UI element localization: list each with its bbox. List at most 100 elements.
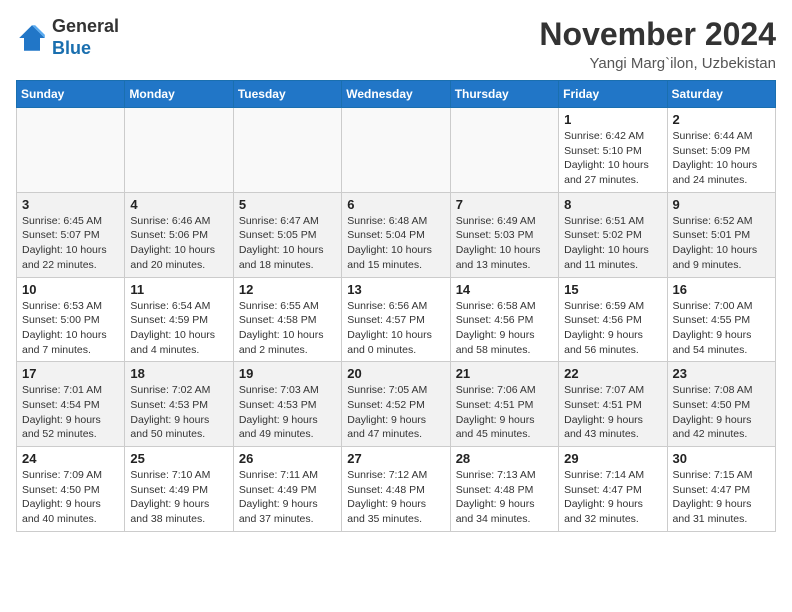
day-info: Sunrise: 6:45 AM Sunset: 5:07 PM Dayligh… [22, 214, 119, 273]
day-number: 16 [673, 282, 770, 297]
calendar-cell: 21 Sunrise: 7:06 AM Sunset: 4:51 PM Dayli… [450, 362, 558, 447]
weekday-header-monday: Monday [125, 81, 233, 108]
calendar-cell: 2 Sunrise: 6:44 AM Sunset: 5:09 PM Daylig… [667, 108, 775, 193]
calendar-cell: 29 Sunrise: 7:14 AM Sunset: 4:47 PM Dayli… [559, 447, 667, 532]
day-info: Sunrise: 7:15 AM Sunset: 4:47 PM Dayligh… [673, 468, 770, 527]
day-number: 17 [22, 366, 119, 381]
calendar-cell: 17 Sunrise: 7:01 AM Sunset: 4:54 PM Dayli… [17, 362, 125, 447]
day-number: 20 [347, 366, 444, 381]
calendar-cell [125, 108, 233, 193]
day-info: Sunrise: 6:47 AM Sunset: 5:05 PM Dayligh… [239, 214, 336, 273]
day-info: Sunrise: 7:02 AM Sunset: 4:53 PM Dayligh… [130, 383, 227, 442]
day-number: 27 [347, 451, 444, 466]
day-info: Sunrise: 6:56 AM Sunset: 4:57 PM Dayligh… [347, 299, 444, 358]
day-info: Sunrise: 6:42 AM Sunset: 5:10 PM Dayligh… [564, 129, 661, 188]
day-number: 5 [239, 197, 336, 212]
calendar-cell [233, 108, 341, 193]
day-info: Sunrise: 7:03 AM Sunset: 4:53 PM Dayligh… [239, 383, 336, 442]
day-info: Sunrise: 6:59 AM Sunset: 4:56 PM Dayligh… [564, 299, 661, 358]
calendar-cell: 16 Sunrise: 7:00 AM Sunset: 4:55 PM Dayli… [667, 277, 775, 362]
calendar-week-row: 1 Sunrise: 6:42 AM Sunset: 5:10 PM Daylig… [17, 108, 776, 193]
logo: General Blue [16, 16, 119, 59]
day-number: 21 [456, 366, 553, 381]
calendar-week-row: 10 Sunrise: 6:53 AM Sunset: 5:00 PM Dayli… [17, 277, 776, 362]
calendar-cell: 10 Sunrise: 6:53 AM Sunset: 5:00 PM Dayli… [17, 277, 125, 362]
day-number: 30 [673, 451, 770, 466]
calendar-cell: 28Sunrise: 7:13 AM Sunset: 4:48 PM Dayli… [450, 447, 558, 532]
calendar-cell: 11Sunrise: 6:54 AM Sunset: 4:59 PM Dayli… [125, 277, 233, 362]
weekday-header-row: SundayMondayTuesdayWednesdayThursdayFrid… [17, 81, 776, 108]
day-info: Sunrise: 6:55 AM Sunset: 4:58 PM Dayligh… [239, 299, 336, 358]
day-info: Sunrise: 6:53 AM Sunset: 5:00 PM Dayligh… [22, 299, 119, 358]
calendar-cell [450, 108, 558, 193]
calendar-cell: 15Sunrise: 6:59 AM Sunset: 4:56 PM Dayli… [559, 277, 667, 362]
day-number: 29 [564, 451, 661, 466]
page-header: General Blue November 2024 Yangi Marg`il… [16, 16, 776, 72]
calendar-cell: 14 Sunrise: 6:58 AM Sunset: 4:56 PM Dayli… [450, 277, 558, 362]
calendar-cell: 22 Sunrise: 7:07 AM Sunset: 4:51 PM Dayli… [559, 362, 667, 447]
day-number: 6 [347, 197, 444, 212]
day-info: Sunrise: 7:10 AM Sunset: 4:49 PM Dayligh… [130, 468, 227, 527]
day-info: Sunrise: 7:01 AM Sunset: 4:54 PM Dayligh… [22, 383, 119, 442]
calendar-cell: 19 Sunrise: 7:03 AM Sunset: 4:53 PM Dayli… [233, 362, 341, 447]
day-number: 12 [239, 282, 336, 297]
day-info: Sunrise: 6:52 AM Sunset: 5:01 PM Dayligh… [673, 214, 770, 273]
day-info: Sunrise: 7:09 AM Sunset: 4:50 PM Dayligh… [22, 468, 119, 527]
calendar-cell: 30 Sunrise: 7:15 AM Sunset: 4:47 PM Dayli… [667, 447, 775, 532]
day-info: Sunrise: 6:46 AM Sunset: 5:06 PM Dayligh… [130, 214, 227, 273]
day-number: 18 [130, 366, 227, 381]
day-number: 19 [239, 366, 336, 381]
weekday-header-tuesday: Tuesday [233, 81, 341, 108]
calendar-cell: 4 Sunrise: 6:46 AM Sunset: 5:06 PM Daylig… [125, 192, 233, 277]
calendar-table: SundayMondayTuesdayWednesdayThursdayFrid… [16, 80, 776, 532]
calendar-cell: 3 Sunrise: 6:45 AM Sunset: 5:07 PM Daylig… [17, 192, 125, 277]
logo-general: General [52, 16, 119, 38]
calendar-cell: 20 Sunrise: 7:05 AM Sunset: 4:52 PM Dayli… [342, 362, 450, 447]
day-number: 24 [22, 451, 119, 466]
calendar-cell: 5 Sunrise: 6:47 AM Sunset: 5:05 PM Daylig… [233, 192, 341, 277]
day-number: 22 [564, 366, 661, 381]
day-number: 3 [22, 197, 119, 212]
day-info: Sunrise: 6:51 AM Sunset: 5:02 PM Dayligh… [564, 214, 661, 273]
day-number: 23 [673, 366, 770, 381]
calendar-cell: 1 Sunrise: 6:42 AM Sunset: 5:10 PM Daylig… [559, 108, 667, 193]
day-number: 4 [130, 197, 227, 212]
day-info: Sunrise: 7:05 AM Sunset: 4:52 PM Dayligh… [347, 383, 444, 442]
location: Yangi Marg`ilon, Uzbekistan [539, 55, 776, 72]
day-number: 8 [564, 197, 661, 212]
calendar-cell: 27 Sunrise: 7:12 AM Sunset: 4:48 PM Dayli… [342, 447, 450, 532]
weekday-header-thursday: Thursday [450, 81, 558, 108]
calendar-cell: 24 Sunrise: 7:09 AM Sunset: 4:50 PM Dayli… [17, 447, 125, 532]
day-number: 10 [22, 282, 119, 297]
day-number: 1 [564, 112, 661, 127]
day-number: 26 [239, 451, 336, 466]
day-number: 7 [456, 197, 553, 212]
day-info: Sunrise: 7:07 AM Sunset: 4:51 PM Dayligh… [564, 383, 661, 442]
calendar-cell: 13 Sunrise: 6:56 AM Sunset: 4:57 PM Dayli… [342, 277, 450, 362]
calendar-week-row: 24 Sunrise: 7:09 AM Sunset: 4:50 PM Dayli… [17, 447, 776, 532]
day-number: 13 [347, 282, 444, 297]
day-info: Sunrise: 6:48 AM Sunset: 5:04 PM Dayligh… [347, 214, 444, 273]
day-info: Sunrise: 7:12 AM Sunset: 4:48 PM Dayligh… [347, 468, 444, 527]
logo-blue: Blue [52, 38, 119, 60]
calendar-cell: 23 Sunrise: 7:08 AM Sunset: 4:50 PM Dayli… [667, 362, 775, 447]
day-number: 9 [673, 197, 770, 212]
day-info: Sunrise: 7:00 AM Sunset: 4:55 PM Dayligh… [673, 299, 770, 358]
calendar-cell: 6 Sunrise: 6:48 AM Sunset: 5:04 PM Daylig… [342, 192, 450, 277]
day-number: 2 [673, 112, 770, 127]
day-info: Sunrise: 6:54 AM Sunset: 4:59 PM Dayligh… [130, 299, 227, 358]
day-info: Sunrise: 7:08 AM Sunset: 4:50 PM Dayligh… [673, 383, 770, 442]
day-info: Sunrise: 7:14 AM Sunset: 4:47 PM Dayligh… [564, 468, 661, 527]
calendar-cell [17, 108, 125, 193]
month-title: November 2024 [539, 16, 776, 53]
calendar-cell: 8 Sunrise: 6:51 AM Sunset: 5:02 PM Daylig… [559, 192, 667, 277]
weekday-header-sunday: Sunday [17, 81, 125, 108]
day-info: Sunrise: 6:44 AM Sunset: 5:09 PM Dayligh… [673, 129, 770, 188]
calendar-cell: 26Sunrise: 7:11 AM Sunset: 4:49 PM Dayli… [233, 447, 341, 532]
day-info: Sunrise: 7:13 AM Sunset: 4:48 PM Dayligh… [456, 468, 553, 527]
calendar-cell: 9 Sunrise: 6:52 AM Sunset: 5:01 PM Daylig… [667, 192, 775, 277]
day-info: Sunrise: 6:58 AM Sunset: 4:56 PM Dayligh… [456, 299, 553, 358]
day-info: Sunrise: 6:49 AM Sunset: 5:03 PM Dayligh… [456, 214, 553, 273]
day-number: 14 [456, 282, 553, 297]
day-info: Sunrise: 7:06 AM Sunset: 4:51 PM Dayligh… [456, 383, 553, 442]
